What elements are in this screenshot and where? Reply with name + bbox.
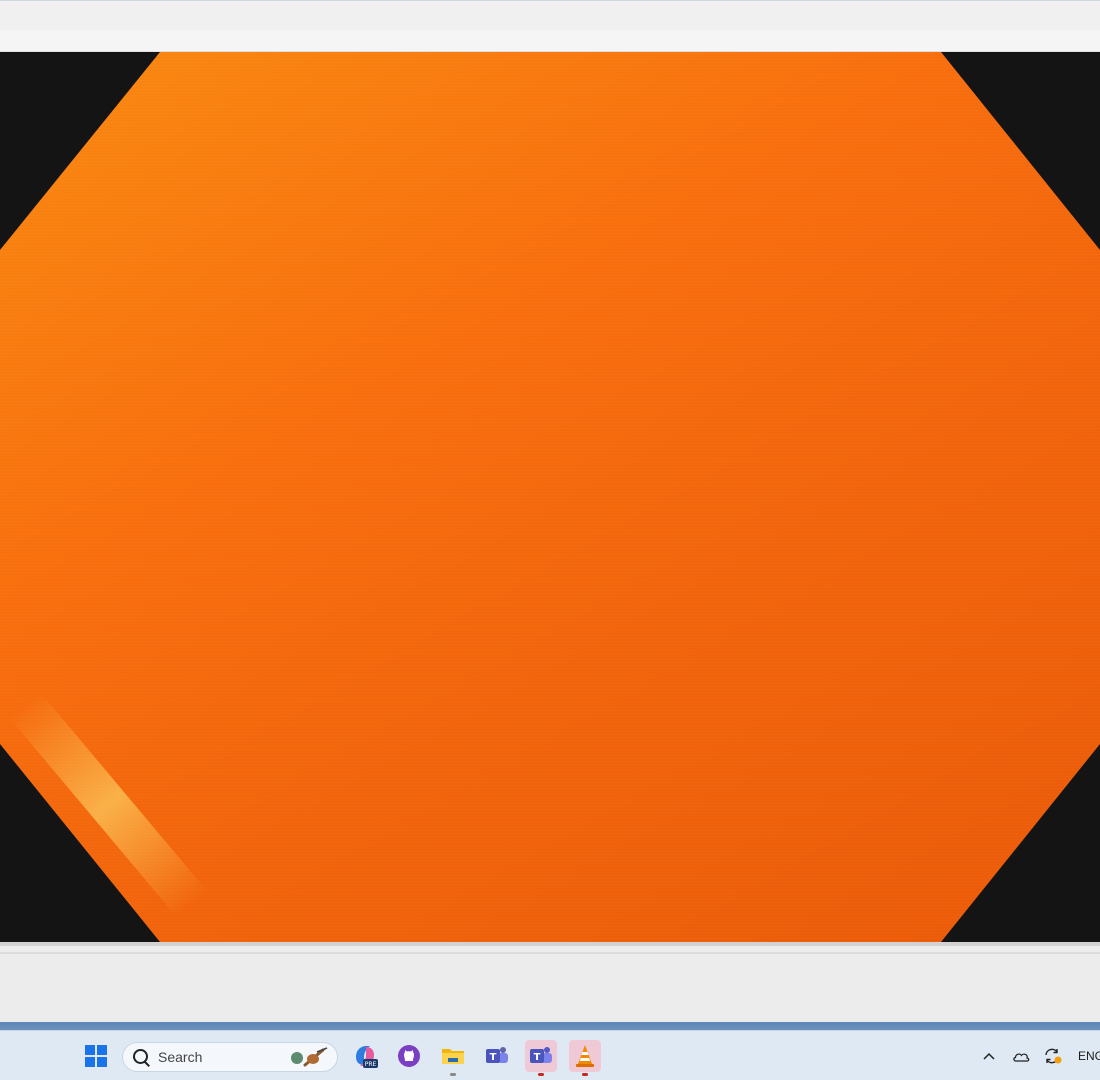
- language-indicator[interactable]: ENG: [1078, 1045, 1100, 1067]
- player-controls-area: [0, 942, 1100, 1022]
- teams-classic-app[interactable]: T: [481, 1040, 513, 1072]
- start-button[interactable]: [80, 1040, 112, 1072]
- onedrive-tray[interactable]: [1011, 1045, 1031, 1067]
- running-indicator: [582, 1073, 588, 1076]
- github-app[interactable]: [393, 1040, 425, 1072]
- running-indicator: [538, 1073, 544, 1076]
- svg-text:T: T: [534, 1052, 541, 1063]
- show-hidden-icons-button[interactable]: [980, 1045, 998, 1067]
- search-placeholder: Search: [158, 1049, 203, 1065]
- window-title-bar: [0, 0, 1100, 30]
- windows-logo-icon: [85, 1045, 107, 1067]
- svg-text:T: T: [490, 1052, 497, 1063]
- window-menu-bar: [0, 30, 1100, 52]
- chevron-up-icon: [983, 1052, 995, 1060]
- cloud-icon: [1013, 1053, 1030, 1062]
- vlc-app[interactable]: [569, 1040, 601, 1076]
- seek-bar[interactable]: [0, 952, 1100, 954]
- sync-icon: [1045, 1048, 1062, 1064]
- vlc-cone-icon: [576, 1045, 594, 1067]
- folder-icon: [442, 1049, 464, 1064]
- taskbar: Search PRE T T ENG: [0, 1030, 1100, 1080]
- teams-icon: T: [530, 1047, 552, 1063]
- file-explorer-app[interactable]: [437, 1040, 469, 1076]
- copilot-icon: PRE: [356, 1046, 378, 1068]
- desktop-wallpaper-strip: [0, 1022, 1100, 1030]
- copilot-pre-app[interactable]: PRE: [349, 1040, 381, 1072]
- sync-status-tray[interactable]: [1042, 1045, 1064, 1067]
- video-display[interactable]: [0, 52, 1100, 942]
- svg-text:PRE: PRE: [365, 1061, 377, 1068]
- github-icon: [398, 1045, 420, 1067]
- teams-classic-icon: T: [486, 1047, 508, 1063]
- teams-app[interactable]: T: [525, 1040, 557, 1076]
- running-indicator: [450, 1073, 456, 1076]
- video-frame-octagon: [0, 52, 1100, 942]
- search-highlight-icon: [291, 1047, 328, 1067]
- search-icon: [133, 1049, 148, 1064]
- taskbar-search-box[interactable]: Search: [122, 1042, 338, 1072]
